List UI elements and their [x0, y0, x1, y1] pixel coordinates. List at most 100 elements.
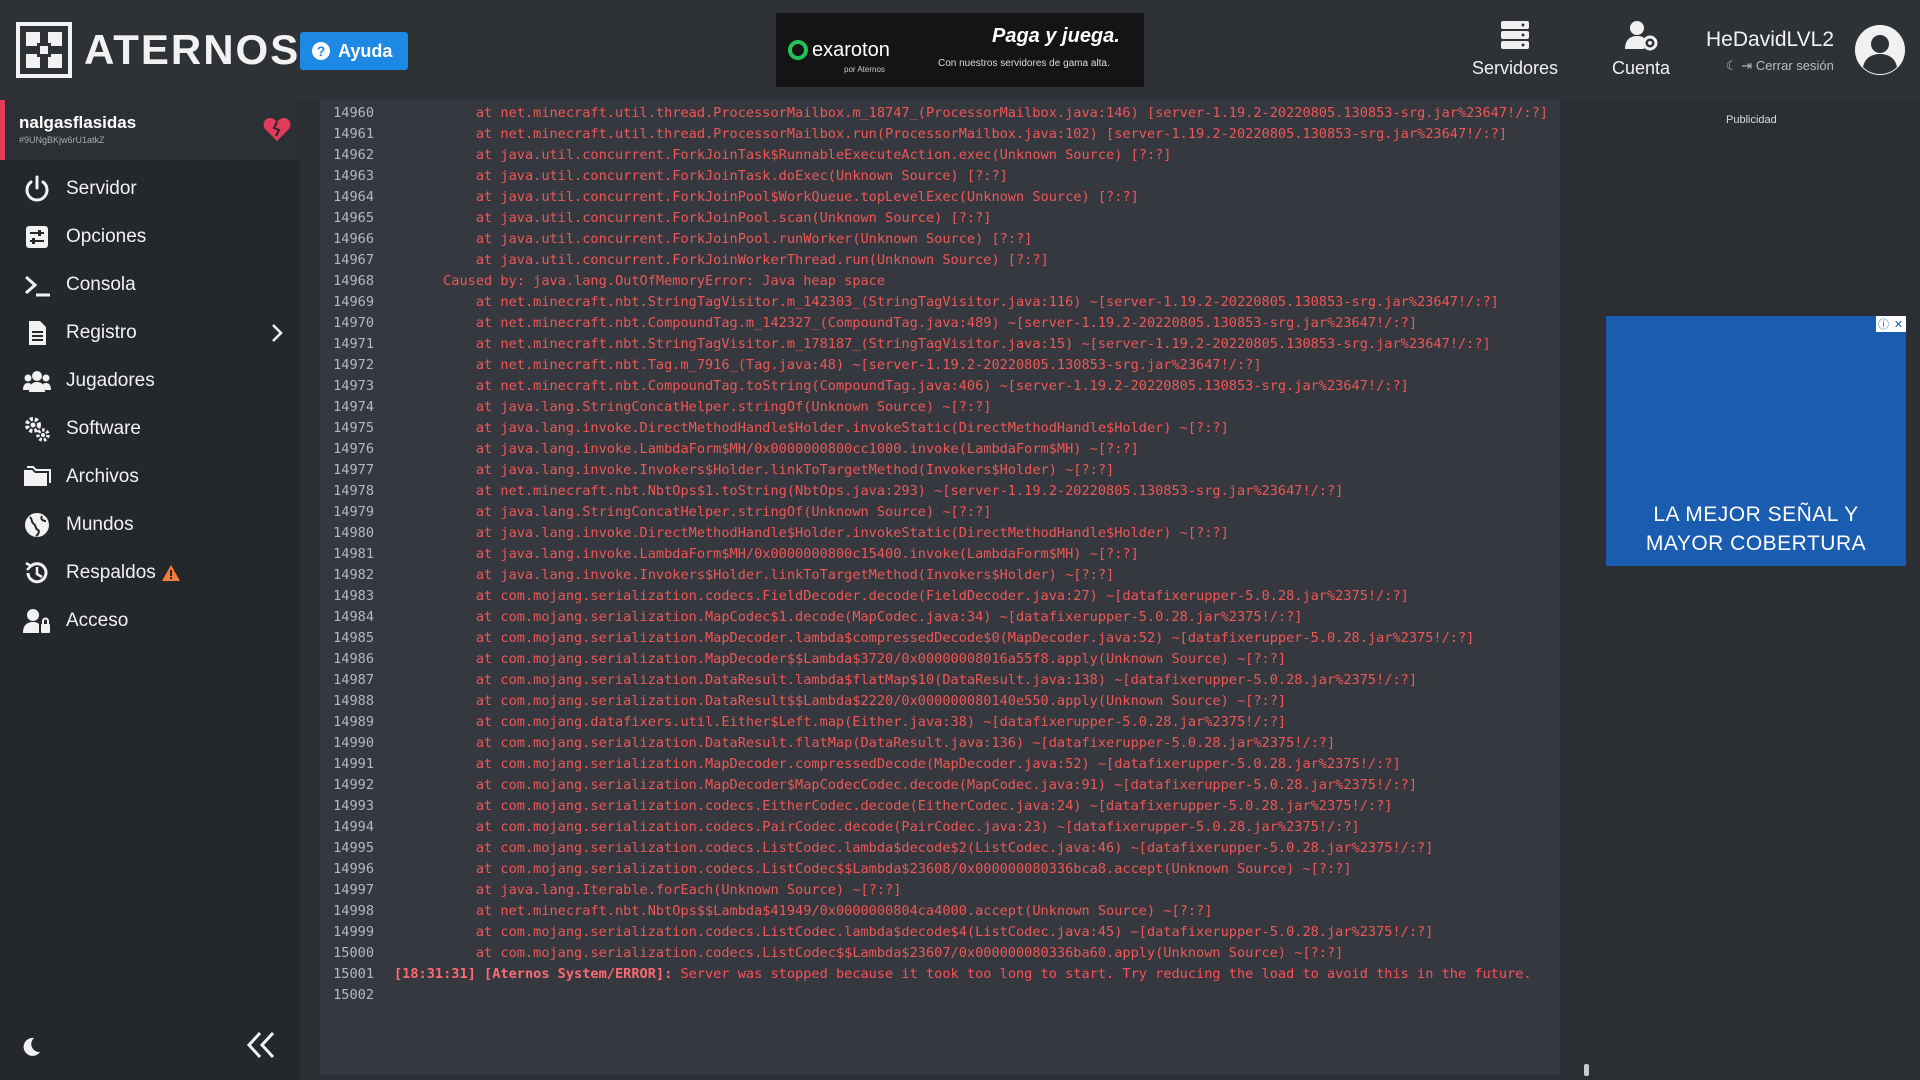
sidebar-item-label: Jugadores	[66, 370, 155, 391]
line-text: at net.minecraft.nbt.NbtOps$1.toString(N…	[394, 483, 1344, 499]
sidebar-item-jugadores[interactable]: Jugadores	[0, 358, 300, 404]
line-number: 14987	[333, 672, 374, 688]
console-output[interactable]: 14960 at net.minecraft.util.thread.Proce…	[320, 100, 1560, 1075]
sidebar-item-servidor[interactable]: Servidor	[0, 166, 300, 212]
line-number: 14997	[333, 882, 374, 898]
line-text: at com.mojang.serialization.codecs.ListC…	[394, 840, 1434, 856]
console-line: 14985 at com.mojang.serialization.MapDec…	[320, 628, 1560, 649]
sidebar-item-label: Opciones	[66, 226, 147, 247]
sidebar-item-label: Servidor	[66, 178, 137, 199]
ad-brand: exaroton	[788, 39, 890, 62]
ad-info-icon[interactable]: ⓘ	[1876, 316, 1891, 332]
aternos-logo[interactable]: ATERNOS	[16, 22, 300, 78]
dark-mode-moon-icon[interactable]	[20, 1036, 42, 1058]
console-line: 15000 at com.mojang.serialization.codecs…	[320, 943, 1560, 964]
gears-icon	[25, 417, 50, 442]
line-number: 14991	[333, 756, 374, 772]
side-ad-line1: LA MEJOR SEÑAL Y	[1653, 503, 1859, 526]
line-text: at net.minecraft.util.thread.ProcessorMa…	[394, 126, 1508, 142]
logout-link[interactable]: ☾ ⇥ Cerrar sesión	[1726, 58, 1834, 74]
ad-brand-name: exaroton	[812, 38, 890, 61]
power-icon	[25, 175, 49, 202]
nav-account[interactable]: Cuenta	[1612, 18, 1670, 79]
console-line: 14973 at net.minecraft.nbt.CompoundTag.t…	[320, 376, 1560, 397]
line-text: at com.mojang.serialization.DataResult.f…	[394, 735, 1336, 751]
nav-servers-label: Servidores	[1472, 58, 1559, 78]
line-number: 15002	[333, 987, 374, 1003]
warning-icon	[161, 565, 180, 581]
side-ad-text: LA MEJOR SEÑAL Y MAYOR COBERTURA	[1606, 500, 1906, 558]
line-number: 14961	[333, 126, 374, 142]
sidebar-item-software[interactable]: Software	[0, 406, 300, 452]
line-number: 14962	[333, 147, 374, 163]
line-text: at java.lang.invoke.Invokers$Holder.link…	[394, 567, 1115, 583]
line-number: 14971	[333, 336, 374, 352]
console-line: 14995 at com.mojang.serialization.codecs…	[320, 838, 1560, 859]
side-ad-banner[interactable]: ⓘ ✕ LA MEJOR SEÑAL Y MAYOR COBERTURA	[1606, 316, 1906, 566]
avatar[interactable]	[1855, 25, 1905, 75]
line-text: at com.mojang.serialization.codecs.Field…	[394, 588, 1409, 604]
moon-icon: ☾	[1726, 58, 1738, 73]
sidebar-item-mundos[interactable]: Mundos	[0, 502, 300, 548]
sidebar-item-respaldos[interactable]: Respaldos	[0, 550, 300, 596]
console-line: 14992 at com.mojang.serialization.MapDec…	[320, 775, 1560, 796]
sidebar-item-archivos[interactable]: Archivos	[0, 454, 300, 500]
sidebar-item-label: Respaldos	[66, 562, 156, 583]
line-text: at net.minecraft.nbt.StringTagVisitor.m_…	[394, 336, 1491, 352]
line-text: at com.mojang.serialization.MapDecoder.l…	[394, 630, 1475, 646]
console-line: 14972 at net.minecraft.nbt.Tag.m_7916_(T…	[320, 355, 1560, 376]
ad-slogan: Paga y juega.	[992, 25, 1120, 47]
line-number: 14994	[333, 819, 374, 835]
server-card[interactable]: nalgasflasidas #9UNgBKjw6rU1atkZ	[0, 100, 300, 160]
user-lock-icon	[23, 609, 50, 633]
line-text: at com.mojang.serialization.MapDecoder$M…	[394, 777, 1418, 793]
sidebar-item-consola[interactable]: Consola	[0, 262, 300, 308]
line-text: at com.mojang.serialization.codecs.ListC…	[394, 924, 1434, 940]
console-line: 14994 at com.mojang.serialization.codecs…	[320, 817, 1560, 838]
line-number: 14969	[333, 294, 374, 310]
close-icon[interactable]: ✕	[1891, 316, 1906, 332]
line-number: 14967	[333, 252, 374, 268]
top-bar: ATERNOS ? Ayuda exaroton por Aternos Pag…	[0, 0, 1920, 100]
line-text: Caused by: java.lang.OutOfMemoryError: J…	[394, 273, 886, 289]
collapse-sidebar-icon[interactable]	[244, 1030, 278, 1060]
console-line: 14982 at java.lang.invoke.Invokers$Holde…	[320, 565, 1560, 586]
ad-label: Publicidad	[1726, 114, 1777, 126]
line-number: 14970	[333, 315, 374, 331]
line-text: at java.lang.StringConcatHelper.stringOf…	[394, 504, 992, 520]
line-number: 14995	[333, 840, 374, 856]
sidebar-item-label: Archivos	[66, 466, 139, 487]
nav-servers[interactable]: Servidores	[1472, 18, 1558, 79]
console-line: 14967 at java.util.concurrent.ForkJoinWo…	[320, 250, 1560, 271]
line-text: at com.mojang.serialization.MapCodec$1.d…	[394, 609, 1303, 625]
sidebar-item-acceso[interactable]: Acceso	[0, 598, 300, 644]
error-prefix: [18:31:31] [Aternos System/ERROR]:	[394, 966, 673, 982]
line-number: 14993	[333, 798, 374, 814]
console-line: 14970 at net.minecraft.nbt.CompoundTag.m…	[320, 313, 1560, 334]
console-line: 14966 at java.util.concurrent.ForkJoinPo…	[320, 229, 1560, 250]
line-text: at java.util.concurrent.ForkJoinTask$Run…	[394, 147, 1172, 163]
line-number: 14984	[333, 609, 374, 625]
line-text: at com.mojang.serialization.codecs.ListC…	[394, 945, 1344, 961]
nav-account-label: Cuenta	[1612, 58, 1671, 78]
console-line: 14969 at net.minecraft.nbt.StringTagVisi…	[320, 292, 1560, 313]
ad-brand-sub: por Aternos	[844, 65, 885, 74]
ad-controls[interactable]: ⓘ ✕	[1876, 316, 1906, 332]
scrollbar-thumb[interactable]	[1584, 1064, 1589, 1076]
line-text: at net.minecraft.nbt.StringTagVisitor.m_…	[394, 294, 1499, 310]
line-number: 14977	[333, 462, 374, 478]
help-button[interactable]: ? Ayuda	[300, 32, 409, 70]
sidebar-item-opciones[interactable]: Opciones	[0, 214, 300, 260]
console-line: 14999 at com.mojang.serialization.codecs…	[320, 922, 1560, 943]
top-ad-banner[interactable]: exaroton por Aternos Paga y juega. Con n…	[776, 13, 1144, 87]
console-line: 14981 at java.lang.invoke.LambdaForm$MH/…	[320, 544, 1560, 565]
sidebar-item-registro[interactable]: Registro	[0, 310, 300, 356]
server-stack-icon	[1501, 21, 1530, 49]
line-number: 14978	[333, 483, 374, 499]
heart-broken-icon[interactable]	[263, 116, 291, 142]
line-number: 14968	[333, 273, 374, 289]
line-number: 14965	[333, 210, 374, 226]
line-number: 14992	[333, 777, 374, 793]
user-cog-icon	[1625, 21, 1658, 51]
line-text: at com.mojang.serialization.codecs.PairC…	[394, 819, 1360, 835]
